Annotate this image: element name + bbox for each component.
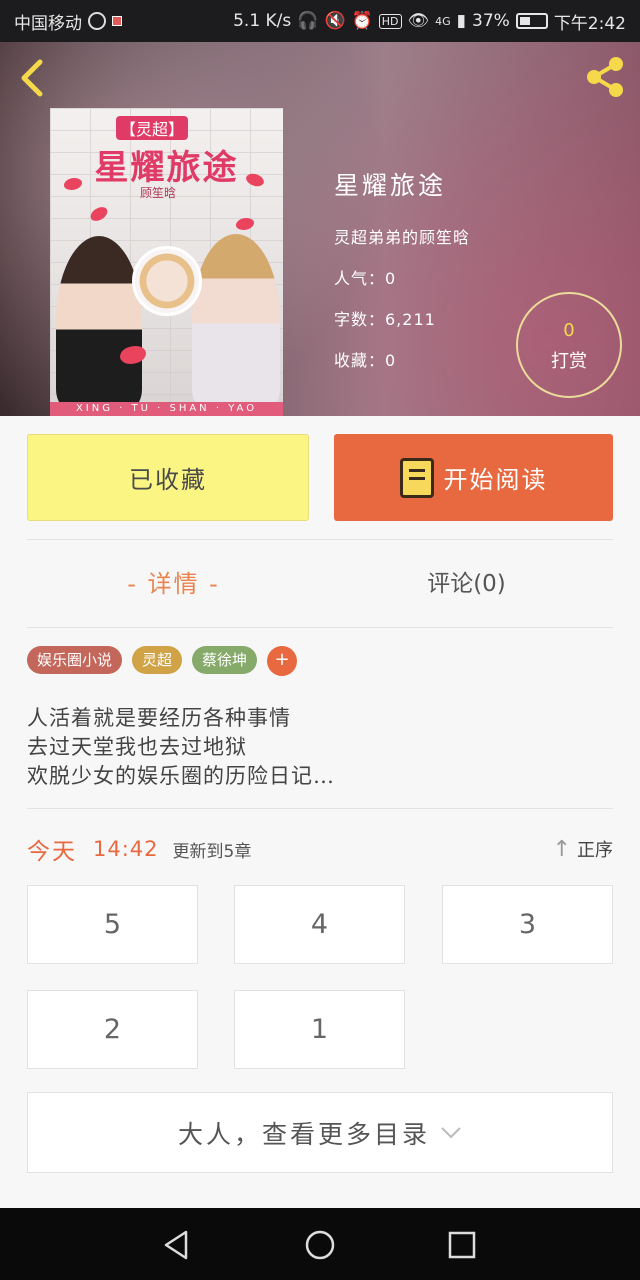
status-bar: 中国移动 5.1 K/s 🎧 🔇 ⏰ HD 👁 4G ▮ 37% 下午2:42 (0, 0, 640, 42)
description-line: 去过天堂我也去过地狱 (27, 735, 247, 759)
description-line: 人活着就是要经历各种事情 (27, 706, 291, 730)
chevron-down-icon (441, 1126, 461, 1138)
book-title: 星耀旅途 (334, 171, 447, 200)
alarm-icon: ⏰ (351, 11, 373, 31)
reward-count: 0 (563, 320, 575, 341)
back-button[interactable] (14, 56, 54, 100)
book-favorites: 收藏：0 (334, 351, 397, 370)
book-info: 星耀旅途 灵超弟弟的顾笙晗 人气：0 字数：6,211 收藏：0 (334, 166, 470, 371)
book-cover[interactable]: 【灵超】 星耀旅途 顾笙晗 XING · TU · SHAN · YAO (50, 108, 283, 416)
start-reading-label: 开始阅读 (443, 466, 548, 494)
collected-label: 已收藏 (129, 466, 207, 494)
sort-toggle[interactable]: ↑ 正序 (553, 836, 613, 862)
cover-figure (192, 234, 280, 406)
cover-figure (56, 236, 142, 406)
divider (27, 808, 613, 809)
chevron-left-icon (21, 59, 43, 97)
chapter-button[interactable]: 2 (27, 990, 198, 1069)
chapter-button[interactable]: 3 (442, 885, 613, 964)
tag-list: 娱乐圈小说 灵超 蔡徐坤 + (27, 646, 298, 676)
more-catalog-button[interactable]: 大人，查看更多目录 (27, 1092, 613, 1173)
book-author: 灵超弟弟的顾笙晗 (334, 228, 471, 247)
cover-figure (132, 246, 202, 316)
tag-chip[interactable]: 娱乐圈小说 (27, 646, 123, 674)
divider (27, 627, 613, 628)
share-button[interactable] (582, 54, 628, 100)
update-info: 今天 14:42 更新到5章 ↑ 正序 (27, 834, 613, 866)
arrow-up-icon: ↑ (552, 836, 571, 862)
back-triangle-icon[interactable] (160, 1228, 194, 1262)
recent-apps-icon[interactable] (445, 1228, 479, 1262)
add-tag-button[interactable]: + (267, 646, 298, 676)
notification-icon (88, 12, 106, 30)
sort-label: 正序 (577, 840, 613, 861)
cover-author: 顾笙晗 (140, 186, 177, 200)
app-notification-icon (112, 16, 122, 26)
chapter-button[interactable]: 5 (27, 885, 198, 964)
carrier-label: 中国移动 (14, 13, 82, 34)
more-catalog-label: 大人，查看更多目录 (177, 1119, 430, 1149)
start-reading-button[interactable]: 开始阅读 (334, 434, 613, 521)
reward-button[interactable]: 0 打赏 (516, 292, 622, 398)
book-word-count: 字数：6,211 (334, 310, 436, 329)
chapter-button[interactable]: 4 (234, 885, 405, 964)
book-description: 人活着就是要经历各种事情 去过天堂我也去过地狱 欢脱少女的娱乐圈的历险日记… (27, 704, 335, 791)
tag-chip[interactable]: 蔡徐坤 (192, 646, 258, 674)
home-circle-icon[interactable] (303, 1228, 337, 1262)
description-line: 欢脱少女的娱乐圈的历险日记… (27, 764, 335, 788)
book-popularity: 人气：0 (334, 269, 397, 288)
clock: 下午2:42 (553, 13, 626, 34)
cover-tag: 【灵超】 (116, 116, 189, 140)
tab-detail[interactable]: - 详情 - (27, 564, 320, 599)
network-speed: 5.1 K/s (233, 11, 292, 31)
update-time: 14:42 (93, 837, 159, 861)
book-icon (399, 457, 434, 498)
update-text: 更新到5章 (172, 841, 252, 862)
collected-button[interactable]: 已收藏 (27, 434, 309, 521)
battery-percent: 37% (472, 11, 510, 31)
chapter-button[interactable]: 1 (234, 990, 405, 1069)
mute-icon: 🔇 (324, 11, 346, 31)
cover-footer: XING · TU · SHAN · YAO (50, 402, 283, 416)
tag-chip[interactable]: 灵超 (132, 646, 183, 674)
eye-icon: 👁 (407, 11, 430, 31)
tab-comments[interactable]: 评论(0) (320, 564, 613, 598)
divider (27, 539, 613, 540)
book-header: 【灵超】 星耀旅途 顾笙晗 XING · TU · SHAN · YAO 星耀旅… (0, 42, 640, 416)
signal-icon: ▮ (456, 11, 467, 31)
battery-icon (515, 13, 548, 29)
headphone-icon: 🎧 (297, 11, 319, 31)
hd-icon: HD (378, 13, 402, 29)
reward-label: 打赏 (551, 351, 587, 372)
share-icon (587, 57, 623, 97)
signal-label: 4G (435, 14, 451, 28)
system-nav-bar (0, 1208, 640, 1280)
update-today: 今天 (27, 839, 77, 865)
